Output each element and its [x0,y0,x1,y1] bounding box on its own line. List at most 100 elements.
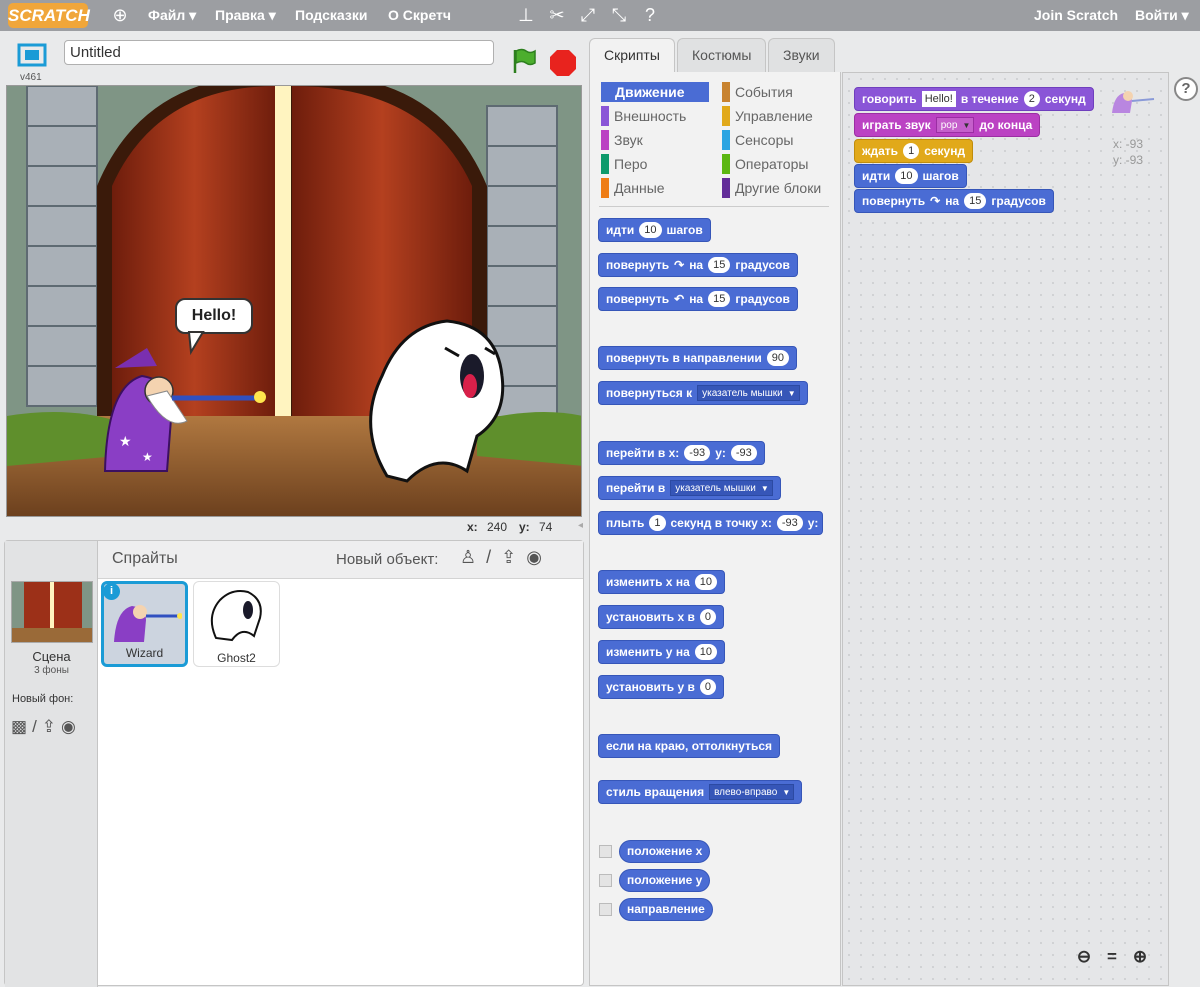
block-point-direction[interactable]: повернуть в направлении 90 [598,346,797,370]
sign-in-link[interactable]: Войти ▾ [1135,0,1189,31]
green-flag-icon [513,48,536,73]
globe-icon[interactable]: ⊕ [110,5,130,25]
sprites-header: Спрайты Новый объект: ♙ / ⇪ ◉ [98,541,583,579]
help-icon[interactable]: ? [640,5,660,25]
zoom-out-icon[interactable]: ⊖ [1073,946,1095,968]
category-motion[interactable]: Движение [601,82,709,102]
join-scratch-link[interactable]: Join Scratch [1034,0,1118,31]
reporter-x-position[interactable]: положение x [619,840,711,863]
grow-icon[interactable]: ⤢ [578,5,598,25]
stage-thumbnail-column: Сцена 3 фоны Новый фон: ▩ / ⇪ ◉ [5,541,98,987]
checkbox-x-position[interactable] [599,845,612,858]
block-rotation-style[interactable]: стиль вращения влево-вправо [598,780,803,804]
upload-sprite-icon[interactable]: ⇪ [501,547,516,568]
upload-icon[interactable]: ⇪ [42,717,56,737]
block-turn-right[interactable]: повернуть ↷ на 15 градусов [598,253,798,277]
delete-scissors-icon[interactable]: ✂ [547,5,567,25]
paint-new-sprite-icon[interactable]: / [486,547,491,568]
backdrop-library-icon[interactable]: ▩ [11,717,27,737]
collapse-arrow-icon[interactable]: ◂ [578,520,586,536]
reporter-y-position[interactable]: положение y [619,869,711,892]
help-button[interactable]: ? [1174,77,1198,101]
block-point-towards[interactable]: повернуться к указатель мышки [598,381,808,405]
stage-label: Сцена [32,649,71,664]
category-pen[interactable]: Перо [601,154,711,174]
paint-brush-icon[interactable]: / [32,717,37,737]
block-turn-left[interactable]: повернуть ↶ на 15 градусов [598,287,798,311]
menu-file[interactable]: Файл ▾ [148,0,196,31]
category-data[interactable]: Данные [601,178,711,198]
category-sensing[interactable]: Сенсоры [722,130,832,150]
script-block-move[interactable]: идти 10 шагов [854,164,967,188]
current-sprite-thumbnail [1112,91,1155,113]
category-looks[interactable]: Внешность [601,106,711,126]
block-glide[interactable]: плыть 1 секунд в точку x: -93 y: [598,511,824,535]
stop-sign-icon [550,50,576,76]
sprite-name-ghost2: Ghost2 [217,651,256,665]
stage-thumbnail[interactable] [11,581,93,643]
shrink-icon[interactable]: ⤡ [609,5,629,25]
stop-button[interactable] [549,49,577,77]
green-flag-button[interactable] [510,46,538,74]
new-backdrop-label: Новый фон: [12,693,74,705]
script-block-play-sound[interactable]: играть звукpopдо конца [854,113,1041,137]
sprite-card-ghost2[interactable]: Ghost2 [193,581,280,667]
sprite-card-wizard[interactable]: i Wizard [101,581,188,667]
camera-icon[interactable]: ◉ [61,717,76,737]
block-bounce[interactable]: если на краю, оттолкнуться [598,734,780,758]
script-block-wait[interactable]: ждать 1 секунд [854,139,974,163]
presentation-mode-button[interactable] [16,42,48,72]
stage-canvas[interactable]: Hello! ★ ★ [6,85,582,517]
script-block-turn[interactable]: повернуть ↷ на 15 градусов [854,189,1054,213]
sprites-title: Спрайты [112,550,178,567]
new-object-label: Новый объект: [336,551,439,568]
scratch-logo[interactable]: SCRATCH [8,3,90,28]
script-turn-right-icon: ↷ [930,194,941,208]
camera-sprite-icon[interactable]: ◉ [526,547,542,568]
svg-text:★: ★ [142,450,153,464]
zoom-in-icon[interactable]: ⊕ [1129,946,1151,968]
sprite-library-icon[interactable]: ♙ [460,547,476,568]
sprite-y-readout: y: -93 [1113,153,1144,167]
block-palette: Движение События Внешность Управление Зв… [589,72,841,986]
tab-costumes[interactable]: Костюмы [677,38,766,72]
duplicate-stamp-icon[interactable]: ⊥ [516,5,536,25]
block-move-steps[interactable]: идти 10 шагов [598,218,711,242]
category-sound[interactable]: Звук [601,130,711,150]
sprite-x-readout: x: -93 [1113,137,1144,151]
reporter-direction[interactable]: направление [619,898,713,921]
svg-text:★: ★ [119,433,132,449]
block-set-y[interactable]: установить y в0 [598,675,725,699]
stage-sprites: ★★ [103,319,505,483]
menu-about[interactable]: О Скретч [388,0,451,31]
ghost-thumbnail [210,590,262,642]
checkbox-y-position[interactable] [599,874,612,887]
project-title-input[interactable] [64,40,494,65]
menu-bar: SCRATCH ⊕ Файл ▾ Правка ▾ Подсказки О Ск… [0,0,1200,31]
zoom-reset-icon[interactable]: = [1101,946,1123,968]
category-operators[interactable]: Операторы [722,154,832,174]
script-block-say-for[interactable]: говорить Hello! в течение 2 секунд [854,87,1094,111]
mouse-y-value: 74 [539,520,553,534]
stage-backdrop-count: 3 фоны [34,665,69,676]
wizard-thumbnail [114,605,182,642]
block-goto[interactable]: перейти в указатель мышки [598,476,781,500]
turn-right-icon: ↷ [674,258,685,272]
category-control[interactable]: Управление [722,106,832,126]
block-goto-xy[interactable]: перейти в x: -93 y: -93 [598,441,765,465]
menu-edit[interactable]: Правка ▾ [215,0,276,31]
turn-left-icon: ↶ [674,292,685,306]
mouse-x-value: 240 [487,520,508,534]
block-change-x[interactable]: изменить x на 10 [598,570,725,594]
scripts-area[interactable]: говорить Hello! в течение 2 секунд играть зв… [842,72,1169,986]
mouse-x-label: x: [467,520,478,534]
block-change-y[interactable]: изменить y на 10 [598,640,725,664]
tab-scripts[interactable]: Скрипты [589,38,675,73]
block-set-x[interactable]: установить x в0 [598,605,725,629]
wizard-sprite: ★★ [103,348,266,472]
category-events[interactable]: События [722,82,832,102]
checkbox-direction[interactable] [599,903,612,916]
menu-tips[interactable]: Подсказки [295,0,367,31]
category-more-blocks[interactable]: Другие блоки [722,178,837,198]
tab-sounds[interactable]: Звуки [768,38,835,72]
